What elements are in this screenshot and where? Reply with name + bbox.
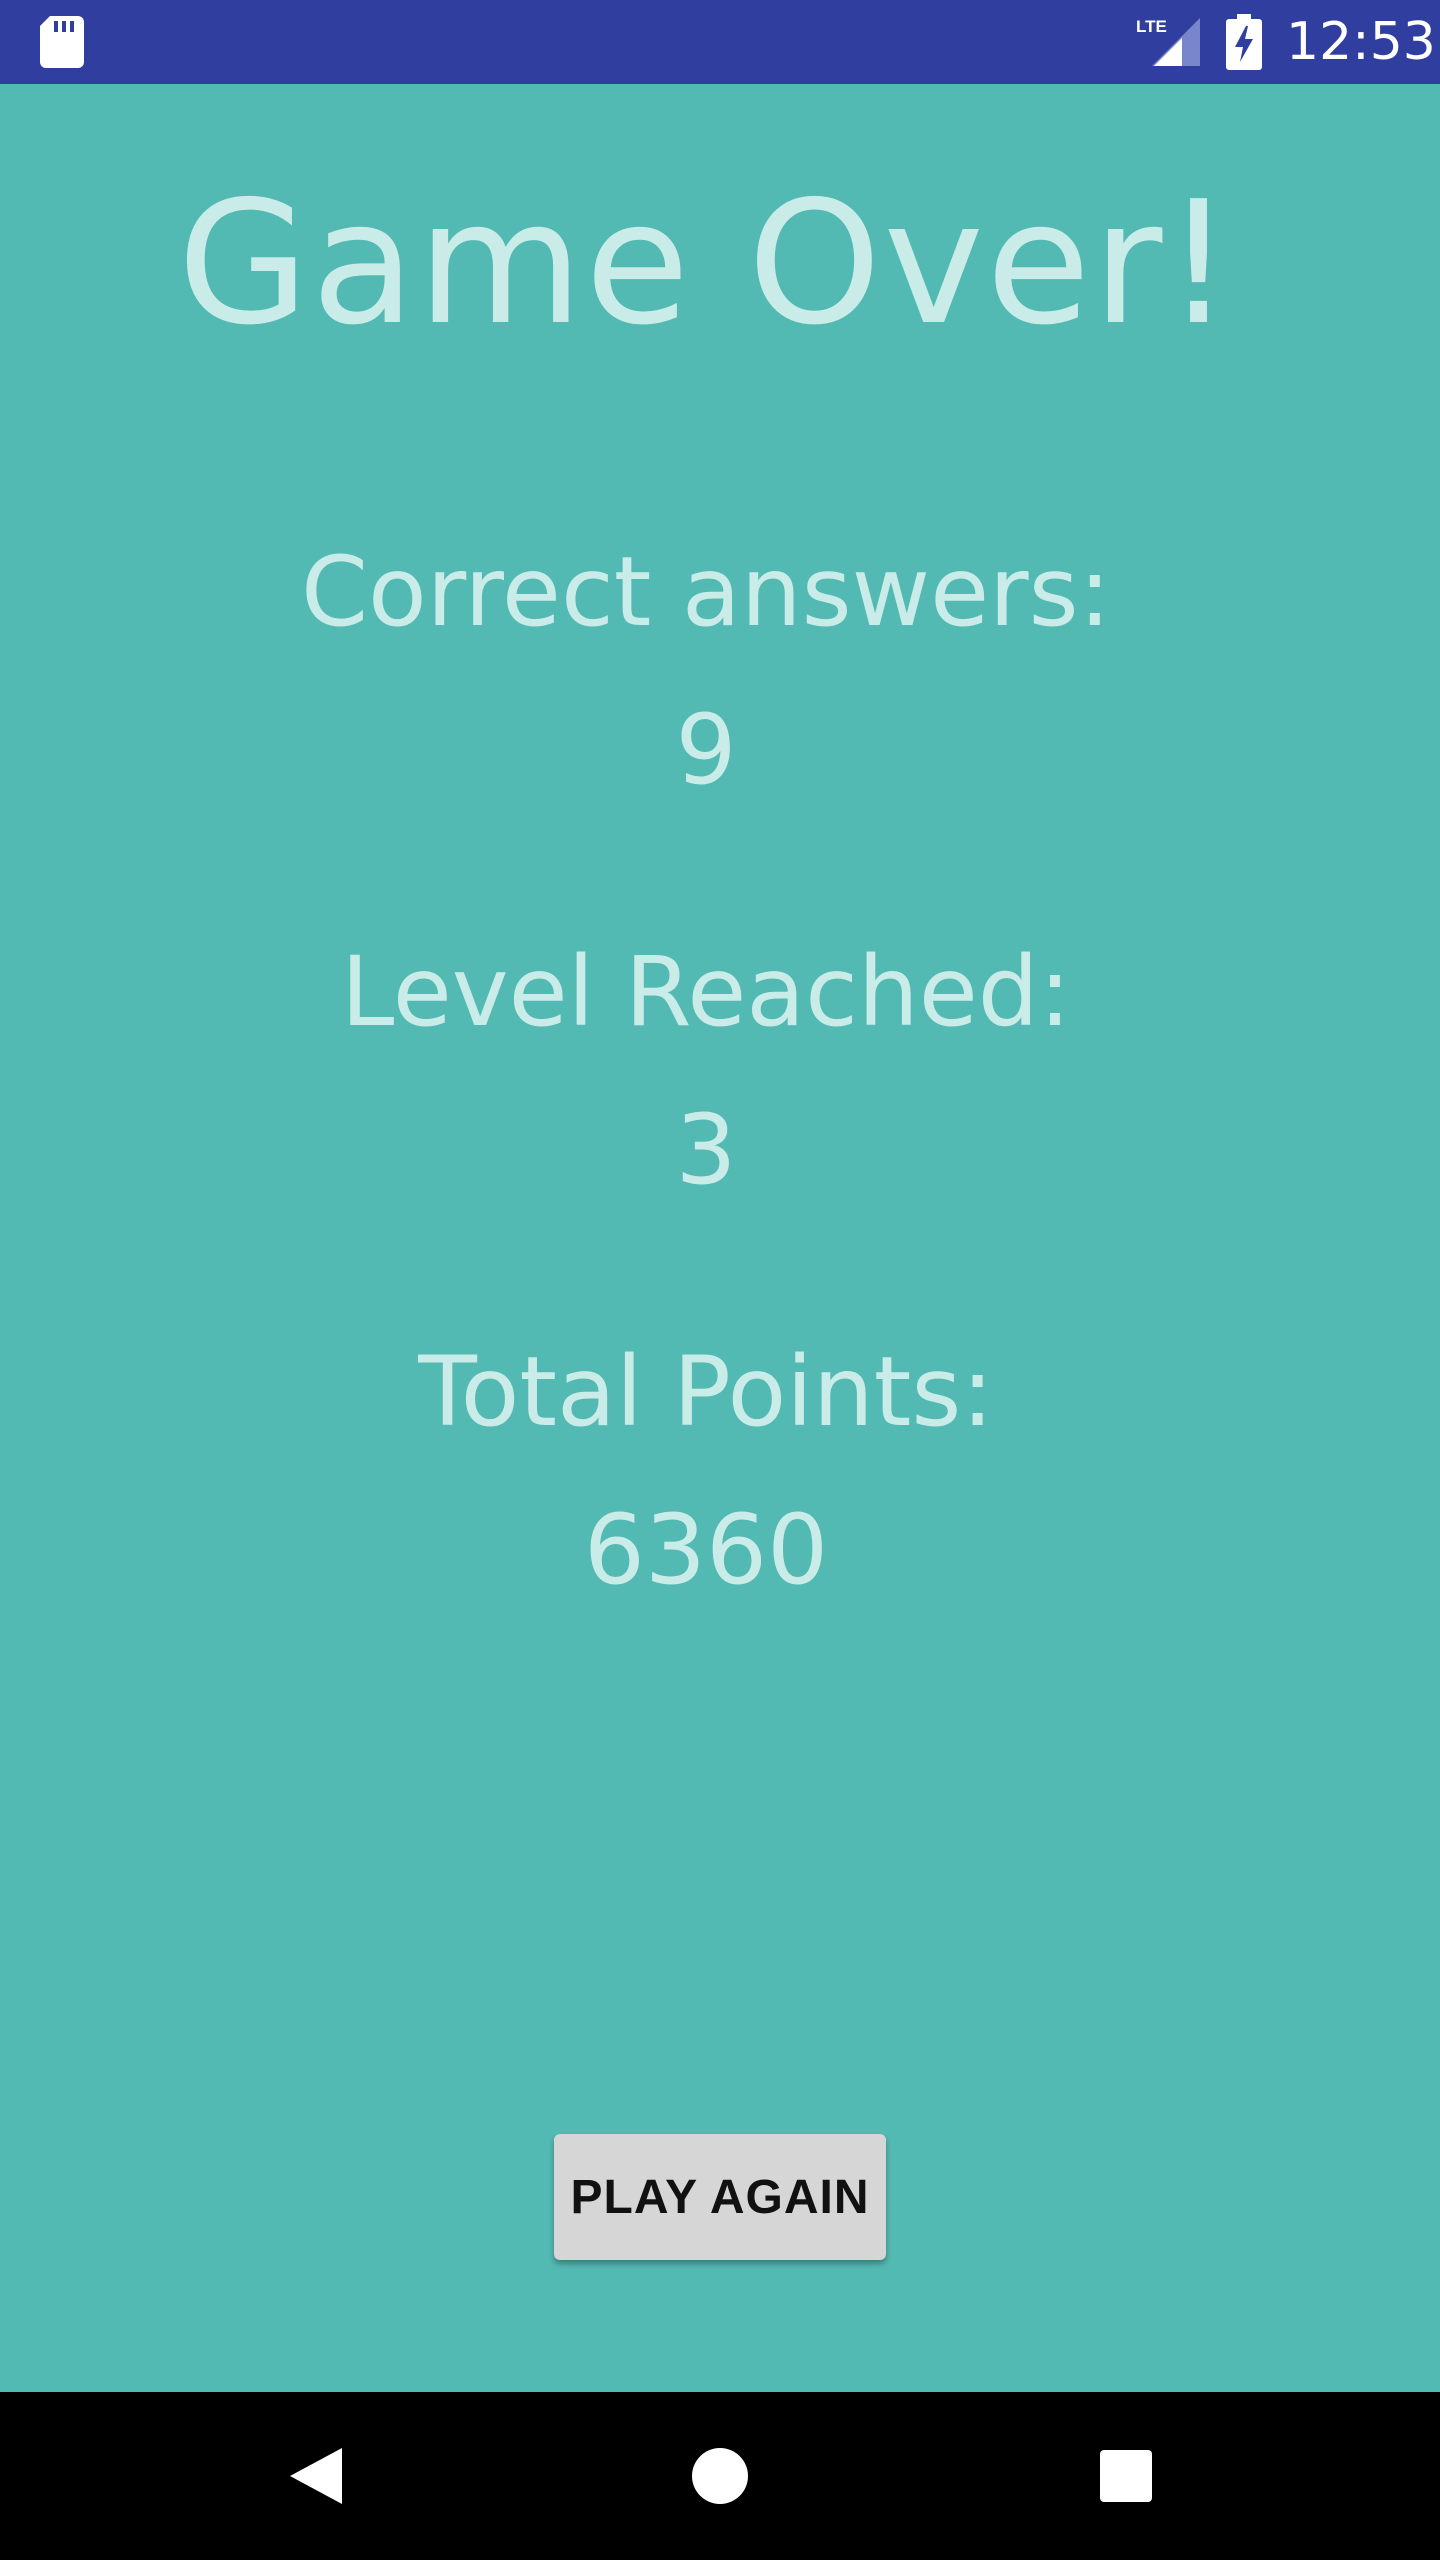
play-again-button[interactable]: PLAY AGAIN — [554, 2134, 886, 2260]
lte-signal-icon: LTE — [1136, 17, 1200, 66]
sd-card-icon — [40, 16, 84, 68]
back-icon[interactable] — [276, 2436, 356, 2516]
correct-answers-value: 9 — [675, 694, 737, 806]
status-time: 12:53 — [1286, 12, 1436, 72]
home-icon[interactable] — [680, 2436, 760, 2516]
page-title: Game Over! — [177, 165, 1235, 363]
lte-label: LTE — [1136, 17, 1167, 36]
game-over-screen: Game Over! Correct answers: 9 Level Reac… — [0, 84, 1440, 2392]
recents-icon[interactable] — [1086, 2436, 1166, 2516]
battery-charging-icon — [1226, 14, 1262, 70]
total-points-label: Total Points: — [418, 1336, 994, 1448]
navigation-bar — [0, 2392, 1440, 2560]
level-reached-label: Level Reached: — [340, 936, 1072, 1048]
correct-answers-label: Correct answers: — [301, 536, 1111, 648]
status-bar: LTE 12:53 — [0, 0, 1440, 84]
level-reached-value: 3 — [675, 1094, 737, 1206]
total-points-value: 6360 — [583, 1494, 829, 1606]
